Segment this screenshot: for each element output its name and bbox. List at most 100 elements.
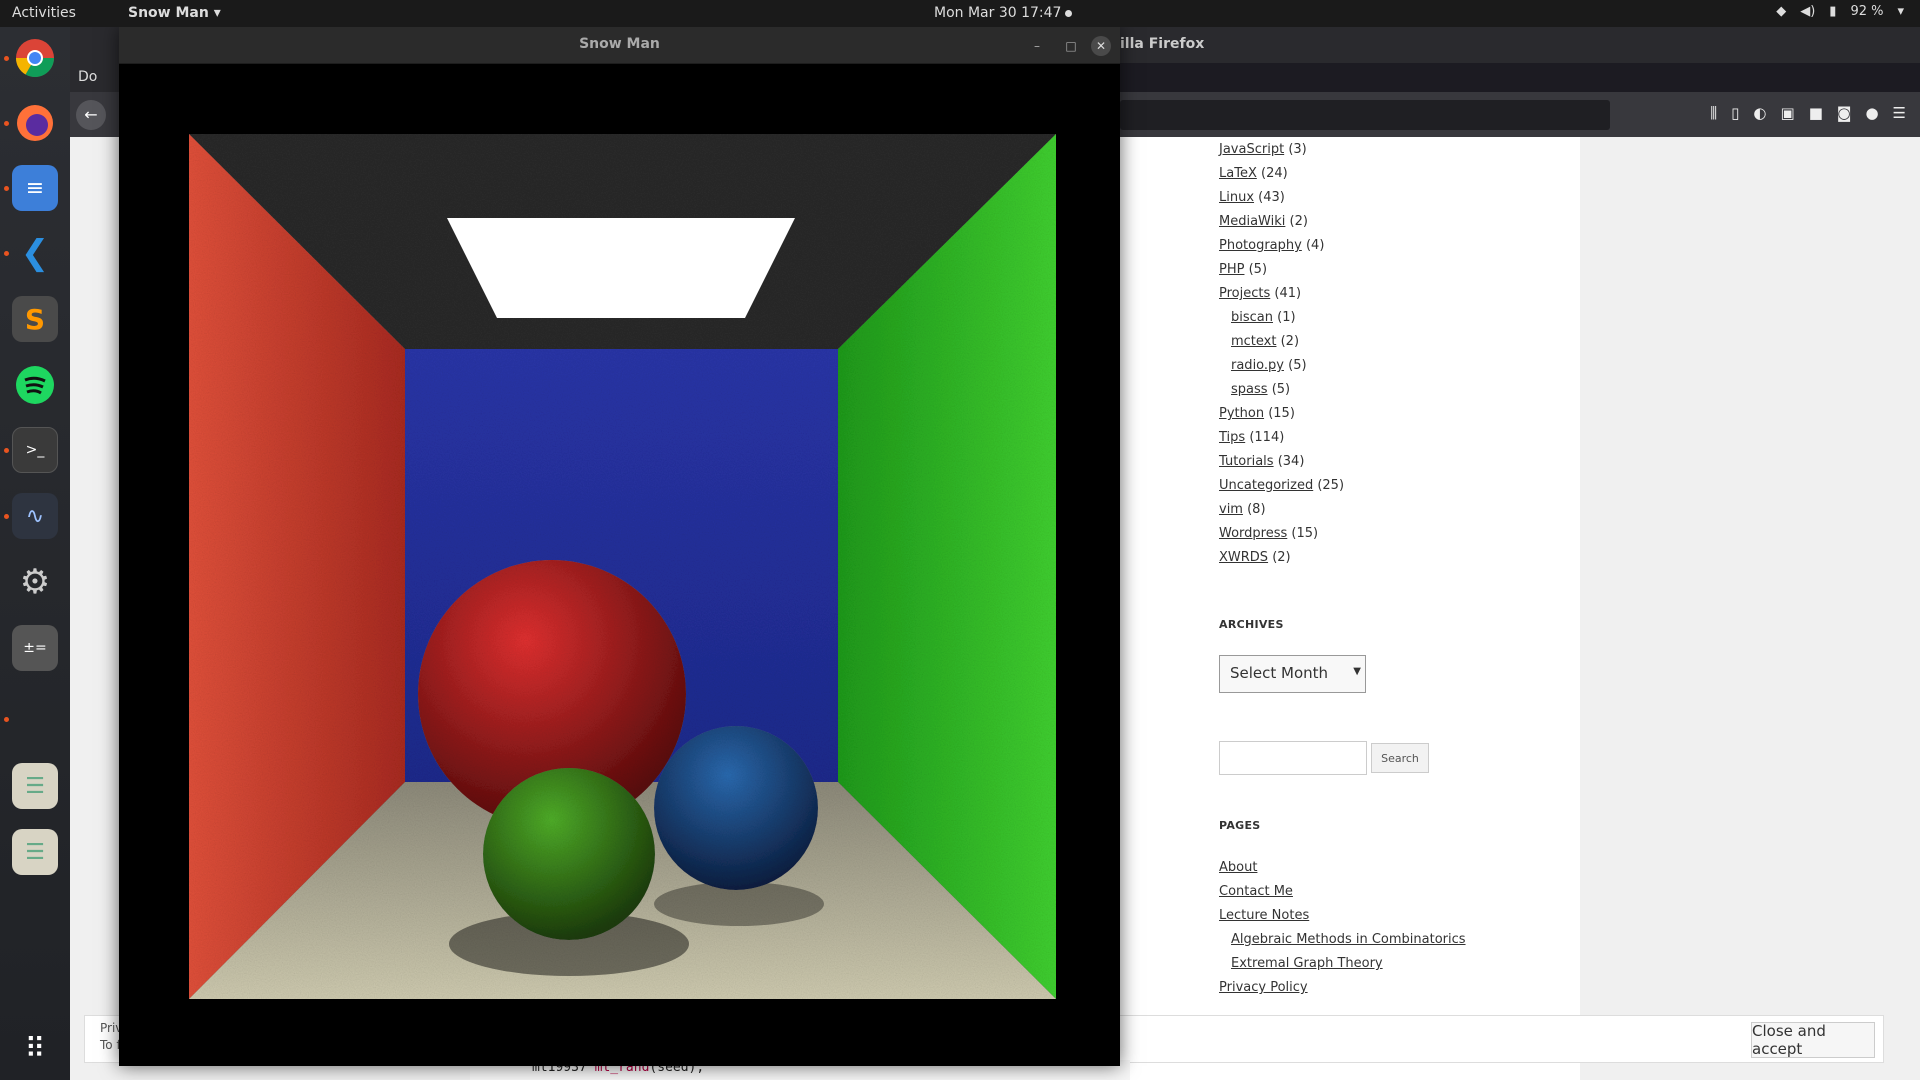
category-link[interactable]: Tips [1219,430,1245,445]
category-item: radio.py (5) [1219,354,1519,378]
category-item: Tips (114) [1219,426,1519,450]
firefox-icon [17,105,53,141]
extension-icon[interactable]: ▣ [1781,104,1795,122]
chrome-icon [15,39,55,78]
category-count: (5) [1248,262,1268,277]
category-count: (2) [1272,550,1291,565]
category-link[interactable]: MediaWiki [1219,214,1285,229]
extension-icon[interactable]: ◙ [1837,104,1852,122]
app-grid-icon[interactable]: ⠿ [12,1025,58,1071]
pages-title: PAGES [1219,819,1261,832]
disk-icon[interactable]: ☰ [12,829,58,875]
category-item: PHP (5) [1219,258,1519,282]
app-menu[interactable]: Snow Man ▾ [128,5,221,21]
adblock-icon[interactable]: ● [1865,104,1878,122]
category-link[interactable]: Tutorials [1219,454,1274,469]
search-button[interactable]: Search [1371,743,1429,773]
page-item: About [1219,856,1519,880]
clock-text: Mon Mar 30 17:47 [934,5,1062,21]
menu-icon[interactable]: ☰ [1893,104,1906,122]
volume-icon: ◀) [1800,4,1816,19]
page-link[interactable]: Extremal Graph Theory [1231,956,1383,971]
terminal-icon[interactable]: >_ [12,427,58,473]
dock: ≡ ❮ S >_ ∿ ⚙ ±= ☰ ☰ ⠿ [0,27,70,1080]
category-count: (34) [1277,454,1305,469]
spotify-icon[interactable] [12,362,58,408]
category-link[interactable]: Python [1219,406,1264,421]
firefox-icon[interactable] [12,100,58,146]
category-item: Photography (4) [1219,234,1519,258]
category-link[interactable]: Wordpress [1219,526,1287,541]
notification-dot-icon [1065,9,1073,17]
category-link[interactable]: vim [1219,502,1243,517]
snowman-window: Snow Man – □ ✕ [119,27,1120,1066]
settings-icon[interactable]: ⚙ [12,559,58,605]
archives-title: ARCHIVES [1219,618,1284,631]
url-bar[interactable] [1120,100,1610,130]
blog-sidebar: JavaScript (3) LaTeX (24) Linux (43) MediaW… [1219,138,1519,1000]
page-link[interactable]: About [1219,860,1257,875]
category-item: LaTeX (24) [1219,162,1519,186]
maximize-icon[interactable]: □ [1061,36,1081,56]
category-link[interactable]: JavaScript [1219,142,1284,157]
category-item: Linux (43) [1219,186,1519,210]
sidebar-icon[interactable]: ▯ [1731,104,1739,122]
page-link[interactable]: Lecture Notes [1219,908,1309,923]
category-link[interactable]: XWRDS [1219,550,1268,565]
page-link[interactable]: Privacy Policy [1219,980,1308,995]
category-item: Uncategorized (25) [1219,474,1519,498]
green-sphere [483,768,655,940]
activities-button[interactable]: Activities [12,5,76,21]
page-link[interactable]: Contact Me [1219,884,1293,899]
category-count: (5) [1288,358,1307,373]
page-link[interactable]: Algebraic Methods in Combinatorics [1231,932,1466,947]
category-link[interactable]: PHP [1219,262,1244,277]
category-item: JavaScript (3) [1219,138,1519,162]
category-count: (1) [1277,310,1296,325]
category-link[interactable]: Linux [1219,190,1254,205]
search-input[interactable] [1219,741,1367,775]
system-monitor-icon[interactable]: ∿ [12,493,58,539]
running-indicator [4,56,9,61]
category-item: Tutorials (34) [1219,450,1519,474]
category-link[interactable]: biscan [1231,310,1273,325]
render-canvas [119,64,1120,1066]
category-item: XWRDS (2) [1219,546,1519,570]
search-widget: Search [1219,741,1519,775]
snowman-titlebar[interactable]: Snow Man – □ ✕ [119,27,1120,64]
vscode-icon[interactable]: ❮ [12,230,58,276]
category-link[interactable]: mctext [1231,334,1276,349]
running-indicator [4,448,9,453]
minimize-icon[interactable]: – [1027,36,1047,56]
category-link[interactable]: Photography [1219,238,1302,253]
extension-icon[interactable]: ■ [1809,104,1823,122]
category-link[interactable]: spass [1231,382,1268,397]
disk-icon[interactable]: ☰ [12,763,58,809]
category-link[interactable]: Uncategorized [1219,478,1313,493]
running-indicator [4,186,9,191]
category-list: JavaScript (3) LaTeX (24) Linux (43) MediaW… [1219,138,1519,570]
pages-list: About Contact Me Lecture Notes Algebraic Me… [1219,856,1519,1000]
tab-label: Do [78,69,98,85]
category-link[interactable]: LaTeX [1219,166,1257,181]
system-tray[interactable]: ◆ ◀) ▮ 92 % ▾ [1776,4,1904,19]
dropdown-arrow-icon: ▼ [1353,666,1361,677]
back-button-icon[interactable]: ← [76,100,106,130]
category-item: mctext (2) [1219,330,1519,354]
category-count: (4) [1305,238,1325,253]
battery-percent: 92 % [1850,4,1884,19]
archive-month-select[interactable]: Select Month ▼ [1219,655,1366,693]
library-icon[interactable]: ⫼ [1710,104,1717,122]
close-icon[interactable]: ✕ [1091,36,1111,56]
files-icon[interactable]: ≡ [12,165,58,211]
clock[interactable]: Mon Mar 30 17:47 [934,5,1073,21]
extension-icon[interactable]: ◐ [1753,104,1766,122]
calculator-icon[interactable]: ±= [12,625,58,671]
page-item: Extremal Graph Theory [1219,952,1519,976]
close-accept-button[interactable]: Close and accept [1751,1022,1875,1058]
chrome-icon[interactable] [12,35,58,81]
wifi-icon: ◆ [1776,4,1787,19]
category-link[interactable]: Projects [1219,286,1270,301]
sublime-icon[interactable]: S [12,296,58,342]
category-link[interactable]: radio.py [1231,358,1284,373]
